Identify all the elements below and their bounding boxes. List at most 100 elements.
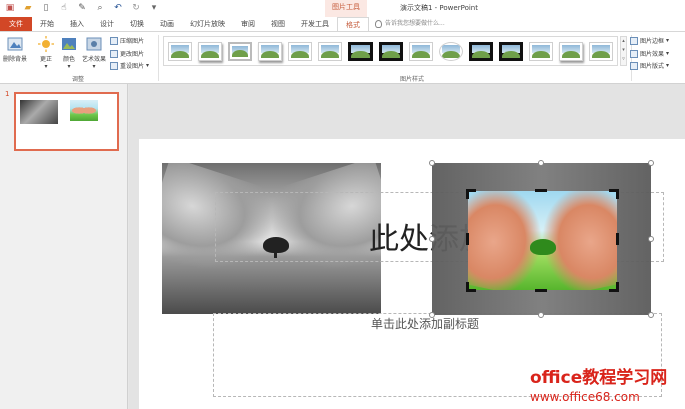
ribbon: 删除背景 更正 ▾ 颜色 ▾ 艺术效果 ▾ 压缩图片 更改图片 重设图片 ▾ 调…	[0, 31, 685, 84]
picture-border-icon	[630, 36, 638, 45]
selection-handle[interactable]	[429, 236, 435, 242]
picture-style-10[interactable]	[438, 41, 463, 61]
tab-transitions[interactable]: 切换	[122, 17, 152, 31]
thumbnail-bw-image	[20, 100, 58, 124]
tab-slideshow[interactable]: 幻灯片放映	[182, 17, 233, 31]
selection-handle[interactable]	[648, 312, 654, 318]
picture-border-button[interactable]: 图片边框 ▾	[630, 36, 669, 45]
compress-pictures-button[interactable]: 压缩图片	[110, 36, 144, 45]
change-picture-button[interactable]: 更改图片	[110, 49, 144, 58]
window-title: 演示文稿1 - PowerPoint	[400, 4, 478, 12]
tab-view[interactable]: 视图	[263, 17, 293, 31]
picture-style-6[interactable]	[318, 41, 343, 61]
picture-style-3[interactable]	[228, 41, 253, 61]
chevron-down-icon: ▾	[666, 62, 670, 69]
format-painter-icon[interactable]: ✎	[76, 2, 88, 14]
picture-styles-group-label: 图片样式	[400, 76, 425, 83]
picture-styles-gallery	[163, 36, 618, 66]
picture-style-11[interactable]	[468, 41, 493, 61]
picture-style-4[interactable]	[258, 41, 283, 61]
slide-thumbnail[interactable]	[14, 92, 119, 151]
sun-icon	[38, 36, 54, 52]
crop-handle-top-right[interactable]	[609, 189, 619, 199]
picture-tools-context-label: 图片工具	[325, 0, 367, 17]
tab-animations[interactable]: 动画	[152, 17, 182, 31]
chevron-down-icon: ▾	[92, 63, 96, 70]
chevron-down-icon: ▾	[666, 37, 670, 44]
compress-icon	[110, 36, 118, 45]
reset-picture-button[interactable]: 重设图片 ▾	[110, 61, 149, 70]
picture-layout-button[interactable]: 图片版式 ▾	[630, 61, 669, 70]
picture-style-5[interactable]	[288, 41, 313, 61]
redo-icon[interactable]: ↻	[130, 2, 142, 14]
crop-handle-top-left[interactable]	[466, 189, 476, 199]
crop-handle-bottom[interactable]	[535, 289, 547, 292]
tab-format[interactable]: 格式	[337, 17, 369, 31]
selection-handle[interactable]	[429, 160, 435, 166]
chevron-down-icon: ▾	[666, 50, 670, 57]
title-bar: ▣ ▰ ▯ ☝ ✎ ⌕ ↶ ↻ ▾ 图片工具 演示文稿1 - PowerPoin…	[0, 0, 685, 17]
picture-style-14[interactable]	[558, 41, 583, 61]
picture-style-1[interactable]	[168, 41, 193, 61]
selection-handle[interactable]	[538, 312, 544, 318]
customize-icon[interactable]: ▾	[148, 2, 160, 14]
quick-access-toolbar: ▣ ▰ ▯ ☝ ✎ ⌕ ↶ ↻ ▾	[4, 2, 160, 14]
remove-background-icon	[7, 37, 23, 51]
picture-style-2[interactable]	[198, 41, 223, 61]
artistic-effects-button[interactable]: 艺术效果 ▾	[82, 36, 106, 70]
tab-developer[interactable]: 开发工具	[293, 17, 337, 31]
undo-icon[interactable]: ↶	[112, 2, 124, 14]
save-icon[interactable]: ▣	[4, 2, 16, 14]
reset-picture-icon	[110, 61, 118, 70]
crop-handle-bottom-left[interactable]	[466, 282, 476, 292]
picture-style-8[interactable]	[378, 41, 403, 61]
tell-me-box[interactable]: 告诉我您想要做什么...	[369, 17, 445, 31]
slide-editing-area: 此处添加标题 单击此处添加副标题 o	[129, 84, 685, 409]
crop-handle-left[interactable]	[466, 233, 469, 245]
selection-handle[interactable]	[648, 236, 654, 242]
selection-handle[interactable]	[429, 312, 435, 318]
color-icon	[62, 38, 76, 50]
remove-background-button[interactable]: 删除背景	[3, 36, 27, 63]
open-icon[interactable]: ▰	[22, 2, 34, 14]
selection-handle[interactable]	[648, 160, 654, 166]
tab-design[interactable]: 设计	[92, 17, 122, 31]
crop-handle-top[interactable]	[535, 189, 547, 192]
ribbon-tabs: 文件 开始 插入 设计 切换 动画 幻灯片放映 审阅 视图 开发工具 格式 告诉…	[0, 17, 685, 31]
watermark-url: www.office68.com	[530, 390, 640, 404]
artistic-effects-icon	[86, 37, 102, 51]
picture-style-15[interactable]	[588, 41, 614, 61]
corrections-button[interactable]: 更正 ▾	[38, 36, 54, 70]
powerpoint-window: ▣ ▰ ▯ ☝ ✎ ⌕ ↶ ↻ ▾ 图片工具 演示文稿1 - PowerPoin…	[0, 0, 685, 409]
crop-handle-bottom-right[interactable]	[609, 282, 619, 292]
chevron-down-icon: ▾	[67, 63, 71, 70]
picture-style-9[interactable]	[408, 41, 433, 61]
chevron-down-icon: ▾	[146, 62, 150, 69]
picture-effects-icon	[630, 49, 638, 58]
tab-insert[interactable]: 插入	[62, 17, 92, 31]
picture-style-13[interactable]	[528, 41, 553, 61]
print-preview-icon[interactable]: ⌕	[94, 2, 106, 14]
thumbnail-color-image	[70, 100, 98, 121]
crop-handle-right[interactable]	[616, 233, 619, 245]
new-icon[interactable]: ▯	[40, 2, 52, 14]
subtitle-placeholder-text: 单击此处添加副标题	[371, 317, 480, 331]
picture-effects-button[interactable]: 图片效果 ▾	[630, 49, 669, 58]
picture-style-12[interactable]	[498, 41, 523, 61]
watermark-title: office教程学习网	[530, 368, 668, 388]
picture-layout-icon	[630, 61, 638, 70]
tab-home[interactable]: 开始	[32, 17, 62, 31]
lightbulb-icon	[375, 20, 382, 28]
selection-handle[interactable]	[538, 160, 544, 166]
change-picture-icon	[110, 49, 118, 58]
group-divider	[158, 35, 159, 81]
tab-review[interactable]: 审阅	[233, 17, 263, 31]
gallery-scroll[interactable]: ▴ ▾ ▿	[620, 36, 627, 66]
tab-file[interactable]: 文件	[0, 17, 32, 31]
touch-icon[interactable]: ☝	[58, 2, 70, 14]
slide-number: 1	[5, 90, 10, 98]
color-heart-hands-image[interactable]	[468, 191, 617, 290]
site-watermark: office教程学习网 www.office68.com	[530, 363, 667, 404]
color-button[interactable]: 颜色 ▾	[61, 36, 77, 70]
picture-style-7[interactable]	[348, 41, 373, 61]
